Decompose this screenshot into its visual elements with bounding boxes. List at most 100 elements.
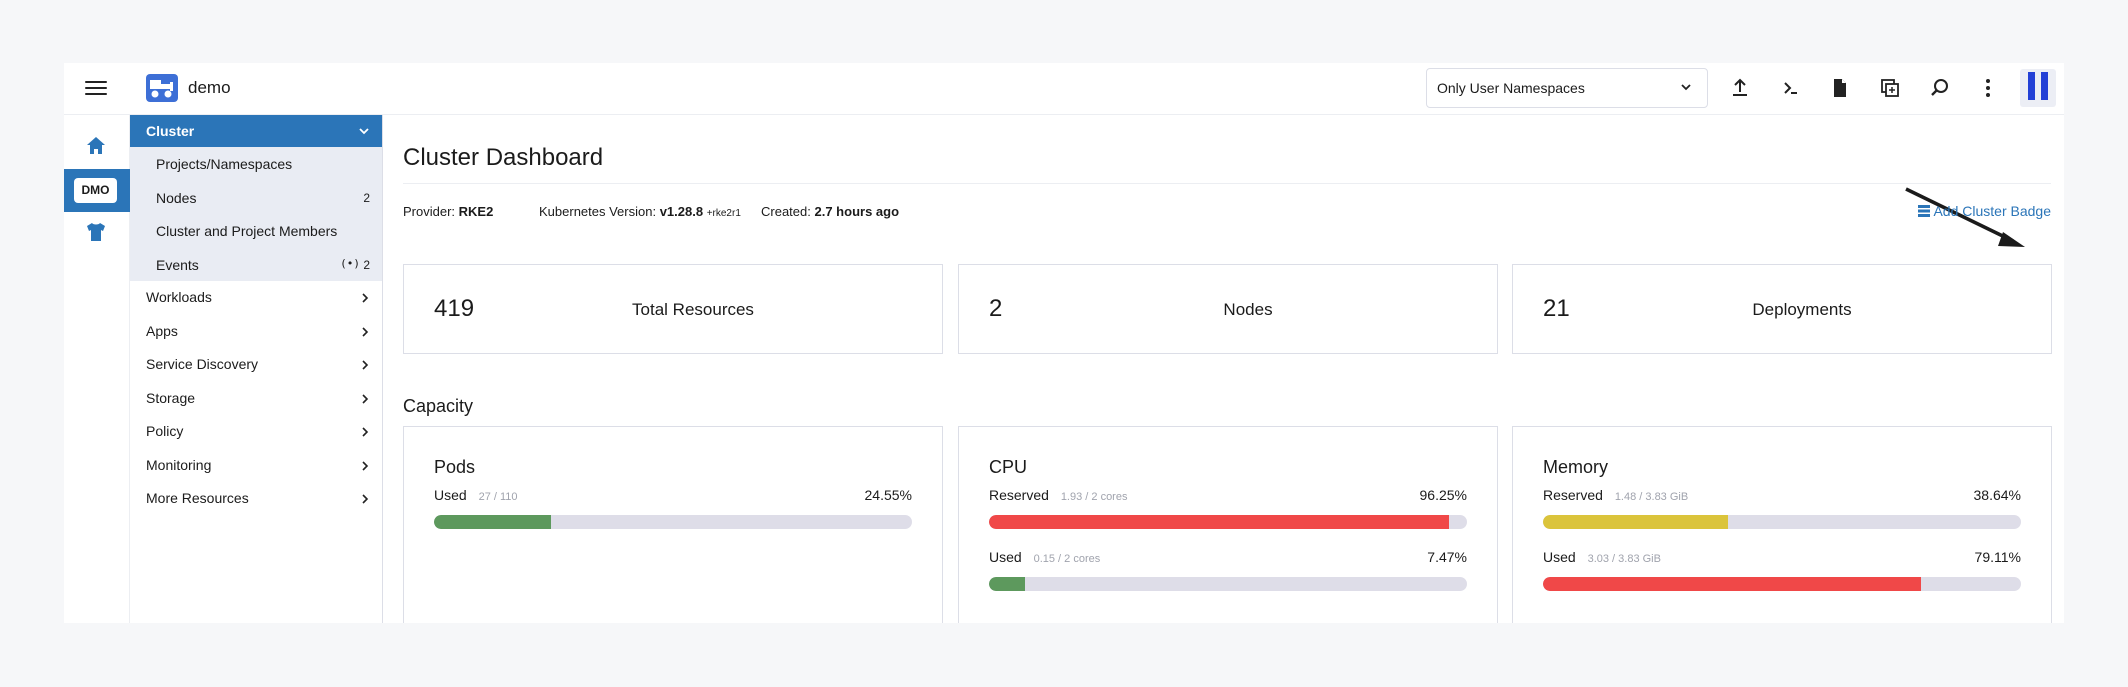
capacity-progress-fill [1543, 515, 1728, 529]
home-icon[interactable] [84, 134, 108, 158]
capacity-row-percent: 38.64% [1973, 487, 2021, 503]
badge-list-icon [1918, 205, 1931, 217]
capacity-progress-bar [1543, 577, 2021, 591]
terminal-icon[interactable] [1778, 76, 1802, 100]
brand-logo-icon[interactable] [2020, 69, 2056, 107]
capacity-row-detail: 27 / 110 [478, 491, 518, 503]
sidebar-item-label: Events [156, 256, 199, 273]
search-icon[interactable] [1928, 76, 1952, 100]
sidebar-group-workloads[interactable]: Workloads [130, 281, 382, 315]
k8s-version-label: Kubernetes Version: [539, 204, 657, 219]
cluster-submenu: Projects/Namespaces Nodes 2 Cluster and … [130, 147, 382, 281]
namespace-filter-value: Only User Namespaces [1437, 80, 1585, 96]
chevron-down-icon [359, 128, 369, 135]
sidebar-group-label: Policy [146, 423, 184, 439]
sidebar-group-storage[interactable]: Storage [130, 382, 382, 416]
capacity-row-percent: 7.47% [1427, 549, 1467, 565]
sidebar-group-cluster[interactable]: Cluster [130, 115, 382, 147]
capacity-row-percent: 79.11% [1974, 549, 2021, 565]
add-cluster-badge-link[interactable]: Add Cluster Badge [1918, 203, 2051, 219]
sidebar-item-label: Nodes [156, 189, 197, 206]
sidebar-item-events[interactable]: Events (•) 2 [130, 248, 382, 282]
chevron-right-icon [362, 360, 369, 370]
hamburger-menu-icon[interactable] [85, 78, 107, 100]
main-content: Cluster Dashboard Provider: RKE2 Kuberne… [383, 115, 2064, 623]
sidebar-item-count: 2 [363, 257, 370, 272]
file-icon[interactable] [1828, 76, 1852, 100]
capacity-progress-bar [989, 577, 1467, 591]
copy-config-icon[interactable] [1878, 76, 1902, 100]
annotation-arrow-icon [1905, 187, 2025, 247]
provider-value: RKE2 [458, 204, 494, 219]
capacity-row: Used 0.15 / 2 cores 7.47% [989, 549, 1467, 565]
sidebar-group-apps[interactable]: Apps [130, 315, 382, 349]
capacity-progress-bar [434, 515, 912, 529]
sidebar-item-label: Projects/Namespaces [156, 156, 293, 172]
sidebar-item-projects-namespaces[interactable]: Projects/Namespaces [130, 147, 382, 181]
capacity-progress-bar [1543, 515, 2021, 529]
created-value: 2.7 hours ago [814, 204, 900, 219]
top-header: demo Only User Namespaces [64, 63, 2064, 115]
capacity-progress-bar [989, 515, 1467, 529]
sidebar-item-count: 2 [363, 190, 370, 205]
upload-icon[interactable] [1728, 76, 1752, 100]
stat-label: Nodes [1223, 300, 1273, 319]
sidebar-item-label: Cluster and Project Members [156, 223, 338, 239]
cluster-rail: DMO [64, 115, 130, 623]
k8s-version-value: v1.28.8 [659, 204, 704, 219]
sidebar-group-policy[interactable]: Policy [130, 415, 382, 449]
created-label: Created: [761, 204, 811, 219]
sidebar-item-nodes[interactable]: Nodes 2 [130, 181, 382, 215]
capacity-progress-fill [989, 577, 1025, 591]
chevron-right-icon [362, 326, 369, 337]
capacity-row-label: Reserved [989, 487, 1049, 503]
capacity-row: Reserved 1.48 / 3.83 GiB 38.64% [1543, 487, 2021, 503]
stat-label: Total Resources [632, 300, 754, 319]
sidebar-group-label: Monitoring [146, 456, 212, 473]
shirt-icon[interactable] [84, 220, 108, 244]
capacity-progress-fill [434, 515, 552, 529]
sidebar-group-service-discovery[interactable]: Service Discovery [130, 348, 382, 382]
capacity-row-detail: 1.48 / 3.83 GiB [1614, 491, 1689, 503]
capacity-row-label: Used [434, 487, 467, 503]
cluster-rail-item-demo[interactable]: DMO [64, 169, 130, 212]
capacity-card-title: CPU [989, 457, 1028, 477]
title-divider [403, 183, 2051, 184]
cluster-badge: DMO [74, 178, 117, 203]
sidebar-group-label: More Resources [146, 490, 249, 506]
created-info: Created: 2.7 hours ago [761, 204, 899, 219]
capacity-row-detail: 0.15 / 2 cores [1033, 553, 1101, 565]
capacity-row-label: Used [1543, 549, 1576, 565]
cluster-logo-icon [146, 74, 178, 102]
sidebar-group-more-resources[interactable]: More Resources [130, 482, 382, 516]
sidebar-group-label: Storage [146, 389, 196, 406]
more-vertical-icon[interactable] [1976, 76, 2000, 100]
app-frame: demo Only User Namespaces DMO Cluster Pr… [64, 63, 2064, 623]
capacity-row-label: Reserved [1543, 487, 1603, 503]
sidebar-item-cluster-project-members[interactable]: Cluster and Project Members [130, 214, 382, 248]
provider-label: Provider: [403, 204, 456, 219]
chevron-right-icon [362, 494, 369, 504]
chevron-down-icon [1681, 84, 1691, 91]
capacity-row-detail: 3.03 / 3.83 GiB [1587, 553, 1661, 565]
kubernetes-version-info: Kubernetes Version: v1.28.8 +rke2r1 [539, 204, 741, 219]
capacity-card-title: Pods [434, 457, 476, 477]
capacity-card-cpu: CPU Reserved 1.93 / 2 cores 96.25% Used … [958, 426, 1498, 623]
cluster-name[interactable]: demo [188, 78, 231, 98]
add-cluster-badge-label: Add Cluster Badge [1933, 203, 2051, 219]
stat-label: Deployments [1752, 300, 1852, 319]
stat-card-total-resources[interactable]: 419 Total Resources [403, 264, 943, 354]
sidebar-group-monitoring[interactable]: Monitoring [130, 449, 382, 483]
chevron-right-icon [362, 460, 369, 471]
capacity-card-pods: Pods Used 27 / 110 24.55% [403, 426, 943, 623]
side-navigation: Cluster Projects/Namespaces Nodes 2 Clus… [130, 115, 383, 623]
stat-card-deployments[interactable]: 21 Deployments [1512, 264, 2052, 354]
capacity-row-percent: 24.55% [864, 487, 912, 503]
capacity-progress-fill [1543, 577, 1922, 591]
capacity-progress-fill [989, 515, 1450, 529]
chevron-right-icon [362, 393, 369, 404]
capacity-row-label: Used [989, 549, 1022, 565]
namespace-filter-select[interactable]: Only User Namespaces [1426, 68, 1708, 108]
page-title: Cluster Dashboard [403, 144, 604, 171]
stat-card-nodes[interactable]: 2 Nodes [958, 264, 1498, 354]
